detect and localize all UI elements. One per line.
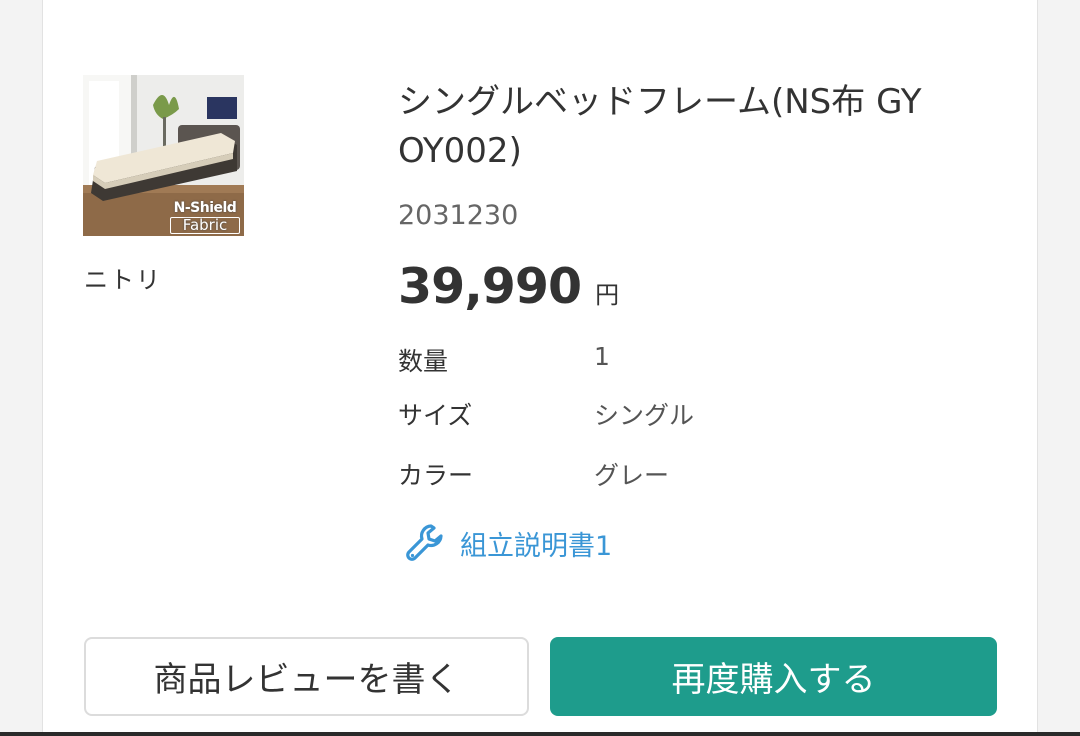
spec-label-color: カラー	[398, 461, 474, 490]
buy-again-button[interactable]: 再度購入する	[550, 637, 997, 716]
product-title[interactable]: シングルベッドフレーム(NS布 GY OY002)	[398, 78, 958, 176]
product-image[interactable]: N-Shield Fabric	[83, 75, 244, 236]
spec-value-quantity: 1	[594, 342, 610, 371]
wrench-icon	[406, 524, 443, 561]
assembly-manual-link[interactable]: 組立説明書1	[404, 522, 612, 564]
brand-name: ニトリ	[84, 266, 162, 294]
divider	[0, 732, 1080, 736]
badge-line-1: N-Shield	[173, 200, 237, 216]
write-review-button[interactable]: 商品レビューを書く	[84, 637, 529, 716]
price-value: 39,990	[398, 258, 582, 315]
price: 39,990 円	[398, 258, 619, 315]
spec-value-color: グレー	[594, 461, 670, 490]
spec-label-quantity: 数量	[398, 347, 449, 376]
currency-label: 円	[595, 281, 620, 309]
product-sku: 2031230	[398, 200, 519, 231]
manual-link-label[interactable]: 組立説明書1	[460, 524, 612, 563]
spec-label-size: サイズ	[398, 401, 473, 430]
badge-line-2: Fabric	[170, 217, 240, 234]
product-badge: N-Shield Fabric	[170, 201, 240, 234]
spec-value-size: シングル	[594, 401, 695, 430]
